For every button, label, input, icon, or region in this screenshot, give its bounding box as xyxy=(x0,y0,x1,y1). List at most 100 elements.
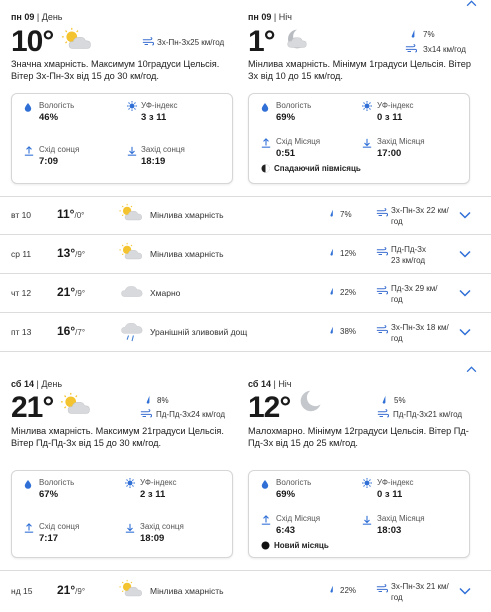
row-temperature: 21°/9° xyxy=(57,285,86,299)
night-description: Мінлива хмарність. Мінімум 1градуси Цель… xyxy=(248,59,471,81)
row-date: чт 12 xyxy=(11,288,32,298)
day-header: пн 09 | День xyxy=(11,12,63,22)
forecast-row[interactable]: пт 13 16°/7° Уранішній зливовий дощ 38% Зх-П… xyxy=(0,313,491,351)
uv-icon xyxy=(362,101,372,111)
row-date: ср 11 xyxy=(11,249,32,259)
uv-icon xyxy=(362,478,372,488)
day-details-card: Вологість 67% УФ-індекс 2 з 11 Схід сонц… xyxy=(11,470,233,558)
humidity-icon xyxy=(24,102,32,112)
uv-label: УФ-індекс xyxy=(140,478,177,487)
expand-chevron-icon[interactable] xyxy=(459,587,471,595)
weather-icon xyxy=(118,242,146,262)
row-description: Хмарно xyxy=(150,288,181,298)
partly-cloudy-icon xyxy=(59,392,95,417)
precipitation-icon xyxy=(380,395,389,404)
forecast-row[interactable]: чт 12 21°/9° Хмарно 22% Пд-Зх 29 км/год xyxy=(0,274,491,312)
day-temperature: 21° xyxy=(11,391,54,424)
moonrise-value: 6:43 xyxy=(276,525,296,536)
wind-icon xyxy=(376,208,388,217)
row-precipitation: 22% xyxy=(340,586,357,595)
moonset-value: 18:03 xyxy=(377,525,402,536)
forecast-row[interactable]: вт 10 11°/0° Мінлива хмарність 7% Зх-Пн-Зх 2… xyxy=(0,196,491,234)
wind-icon xyxy=(405,44,417,53)
moon-icon xyxy=(295,388,329,414)
row-temperature: 13°/9° xyxy=(57,246,86,260)
night-header: пн 09 | Ніч xyxy=(248,12,292,22)
precipitation-icon xyxy=(409,29,418,38)
row-precipitation: 12% xyxy=(340,249,357,258)
moonset-value: 17:00 xyxy=(377,148,402,159)
wind-icon xyxy=(377,409,389,418)
precipitation-icon xyxy=(328,248,336,256)
row-wind: Зх-Пн-Зх 21 км/год xyxy=(391,582,449,602)
night-header: сб 14 | Ніч xyxy=(248,379,292,389)
precipitation-icon xyxy=(144,395,153,404)
row-temperature: 11°/0° xyxy=(57,207,85,221)
forecast-row[interactable]: ср 11 13°/9° Мінлива хмарність 12% Пд-Пд-Зх 2… xyxy=(0,235,491,273)
uv-value: 3 з 11 xyxy=(141,112,167,123)
night-description: Малохмарно. Мінімум 12градуси Цельсія. В… xyxy=(248,426,469,448)
day-header: сб 14 | День xyxy=(11,379,63,389)
wind-icon xyxy=(376,584,388,593)
row-date: пт 13 xyxy=(11,327,32,337)
moonset-icon xyxy=(362,138,372,148)
expand-chevron-icon[interactable] xyxy=(459,250,471,258)
row-precipitation: 38% xyxy=(340,327,357,336)
moon-cloud-icon xyxy=(280,27,314,51)
expand-chevron-icon[interactable] xyxy=(459,289,471,297)
uv-icon xyxy=(127,101,137,111)
humidity-value: 69% xyxy=(276,112,296,123)
forecast-row[interactable]: нд 15 21°/9° Мінлива хмарність 22% Зх-Пн-Зх … xyxy=(0,572,491,610)
sunset-icon xyxy=(125,523,135,533)
precipitation-icon xyxy=(328,209,336,217)
weather-icon xyxy=(118,203,146,223)
humidity-icon xyxy=(261,479,269,489)
sunset-icon xyxy=(127,146,137,156)
moonset-icon xyxy=(362,515,372,525)
day-description: Мінлива хмарність. Максимум 21градуси Це… xyxy=(11,426,224,448)
expand-chevron-icon[interactable] xyxy=(459,211,471,219)
day-precipitation: 8% xyxy=(157,396,169,405)
humidity-value: 69% xyxy=(276,489,296,500)
day-temperature: 10° xyxy=(11,25,54,58)
night-precipitation: 5% xyxy=(394,396,406,405)
moon-phase: Спадаючий півмісяць xyxy=(274,164,361,173)
sunrise-icon xyxy=(24,146,34,156)
uv-label: УФ-індекс xyxy=(141,101,178,110)
moonset-label: Захід Місяця xyxy=(377,514,425,523)
sunrise-icon xyxy=(24,523,34,533)
moonrise-value: 0:51 xyxy=(276,148,296,159)
day-details-card: Вологість 46% УФ-індекс 3 з 11 Схід сонц… xyxy=(11,93,233,184)
expand-chevron-icon[interactable] xyxy=(459,328,471,336)
wind-icon xyxy=(142,37,154,46)
moon-phase: Новий місяць xyxy=(274,541,329,550)
row-wind: Зх-Пн-Зх 18 км/год xyxy=(391,323,449,343)
partly-cloudy-icon xyxy=(60,27,96,52)
humidity-icon xyxy=(261,102,269,112)
humidity-icon xyxy=(24,479,32,489)
night-wind: Зх14 км/год xyxy=(423,45,466,54)
uv-value: 0 з 11 xyxy=(377,112,403,123)
row-date: вт 10 xyxy=(11,210,32,220)
uv-label: УФ-індекс xyxy=(377,101,414,110)
collapse-chevron-icon[interactable] xyxy=(466,0,477,7)
moonrise-label: Схід Місяця xyxy=(276,514,321,523)
row-precipitation: 22% xyxy=(340,288,357,297)
humidity-value: 67% xyxy=(39,489,59,500)
night-precipitation: 7% xyxy=(423,30,435,39)
sunset-label: Захід сонця xyxy=(141,145,185,154)
weather-icon xyxy=(118,281,146,301)
row-date: нд 15 xyxy=(11,586,33,596)
row-description: Мінлива хмарність xyxy=(150,249,224,259)
weather-icon xyxy=(118,579,146,599)
day-wind: Зх-Пн-Зх25 км/год xyxy=(157,38,225,47)
uv-value: 0 з 11 xyxy=(377,489,403,500)
night-temperature: 12° xyxy=(248,391,291,424)
collapse-chevron-icon[interactable] xyxy=(466,366,477,373)
moon-phase-icon xyxy=(261,541,270,550)
moon-phase-icon xyxy=(261,164,270,173)
sunrise-value: 7:09 xyxy=(39,156,59,167)
sunrise-label: Схід сонця xyxy=(39,522,80,531)
row-temperature: 21°/9° xyxy=(57,583,86,597)
humidity-label: Вологість xyxy=(276,101,312,110)
